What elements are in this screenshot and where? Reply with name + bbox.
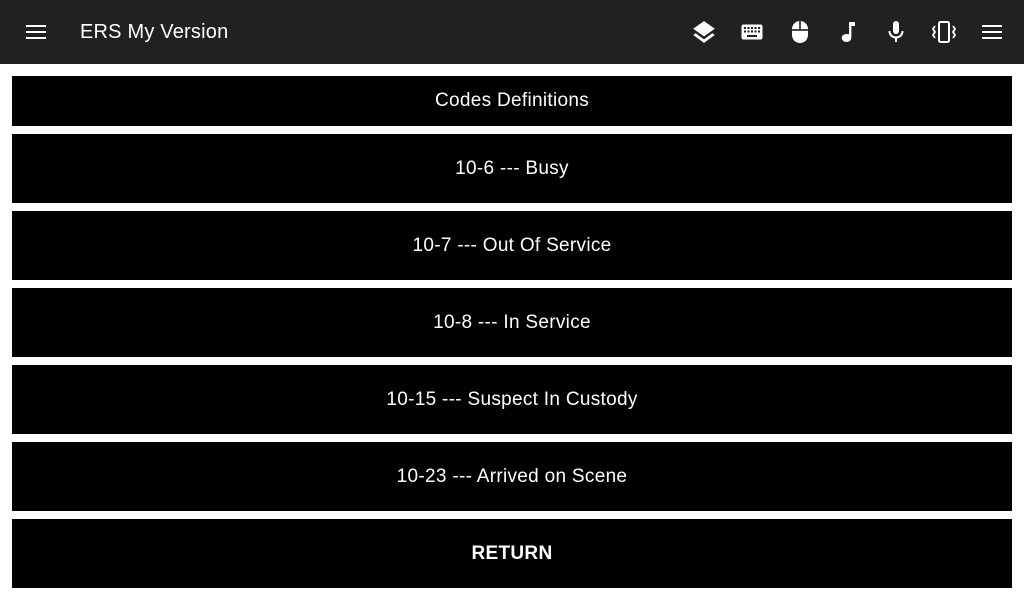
overflow-menu-button[interactable] <box>968 8 1016 56</box>
menu-icon <box>26 25 46 39</box>
layers-icon <box>693 21 715 43</box>
codes-definitions-header: Codes Definitions <box>12 76 1012 126</box>
microphone-icon <box>888 21 904 42</box>
vibrate-button[interactable] <box>920 8 968 56</box>
music-note-icon <box>841 22 855 42</box>
app-bar: ERS My Version <box>0 0 1024 64</box>
overflow-menu-icon <box>982 25 1002 39</box>
keyboard-icon <box>741 24 763 40</box>
layers-button[interactable] <box>680 8 728 56</box>
main-content: Codes Definitions 10-6 --- Busy 10-7 ---… <box>12 64 1012 588</box>
code-button-10-23[interactable]: 10-23 --- Arrived on Scene <box>12 442 1012 511</box>
toolbar <box>680 8 1016 56</box>
menu-button[interactable] <box>16 12 56 52</box>
code-button-10-6[interactable]: 10-6 --- Busy <box>12 134 1012 203</box>
mouse-icon <box>792 21 808 43</box>
mouse-button[interactable] <box>776 8 824 56</box>
microphone-button[interactable] <box>872 8 920 56</box>
return-button[interactable]: RETURN <box>12 519 1012 588</box>
keyboard-button[interactable] <box>728 8 776 56</box>
vibrate-icon <box>931 21 957 43</box>
app-title: ERS My Version <box>80 21 229 43</box>
code-button-10-8[interactable]: 10-8 --- In Service <box>12 288 1012 357</box>
code-button-10-7[interactable]: 10-7 --- Out Of Service <box>12 211 1012 280</box>
code-button-10-15[interactable]: 10-15 --- Suspect In Custody <box>12 365 1012 434</box>
music-button[interactable] <box>824 8 872 56</box>
